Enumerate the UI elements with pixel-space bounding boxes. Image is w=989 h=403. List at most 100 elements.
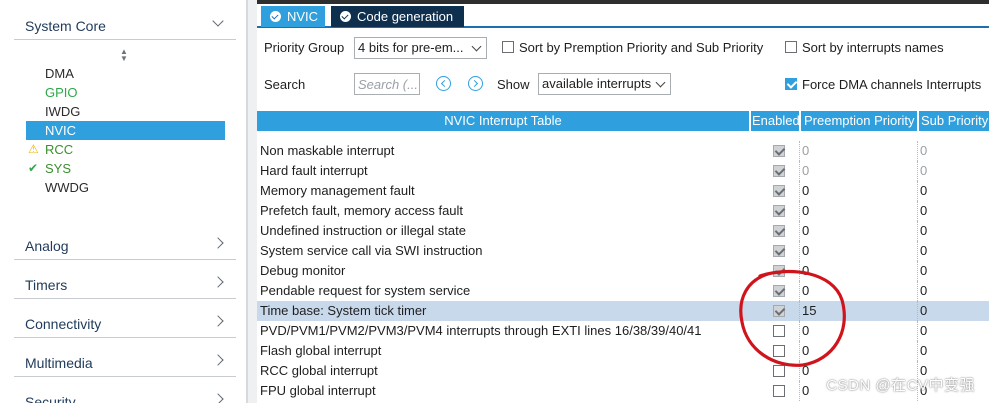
table-row[interactable]: Pendable request for system service 0 0 bbox=[257, 281, 989, 301]
interrupt-name: Pendable request for system service bbox=[260, 283, 471, 298]
enabled-cell bbox=[762, 341, 799, 361]
category-system-core[interactable]: System Core bbox=[14, 8, 236, 40]
category-timers[interactable]: Timers bbox=[14, 267, 236, 299]
chevron-right-icon bbox=[212, 276, 224, 288]
table-row[interactable]: System service call via SWI instruction 0… bbox=[257, 241, 989, 261]
splitter-bar bbox=[248, 0, 257, 403]
preemption-priority-cell[interactable]: 0 bbox=[799, 241, 917, 261]
enabled-cell bbox=[762, 261, 799, 281]
column-header-enabled[interactable]: Enabled bbox=[751, 111, 799, 131]
category-label: Connectivity bbox=[25, 316, 102, 332]
preemption-priority-cell[interactable]: 0 bbox=[799, 261, 917, 281]
table-row[interactable]: PVD/PVM1/PVM2/PVM3/PVM4 interrupts throu… bbox=[257, 321, 989, 341]
enabled-checkbox bbox=[773, 165, 785, 177]
sub-priority-cell[interactable]: 0 bbox=[917, 301, 989, 321]
sub-priority-cell[interactable]: 0 bbox=[917, 181, 989, 201]
preemption-priority-cell[interactable]: 0 bbox=[799, 141, 917, 161]
interrupt-name: Debug monitor bbox=[260, 263, 346, 278]
table-row[interactable]: Time base: System tick timer 15 0 bbox=[257, 301, 989, 321]
sub-priority-cell[interactable]: 0 bbox=[917, 221, 989, 241]
category-connectivity[interactable]: Connectivity bbox=[14, 306, 236, 338]
peripheral-item-nvic[interactable]: NVIC bbox=[26, 121, 225, 140]
preemption-priority-cell[interactable]: 0 bbox=[799, 281, 917, 301]
search-input[interactable] bbox=[354, 73, 420, 95]
preemption-priority-cell[interactable]: 0 bbox=[799, 161, 917, 181]
preemption-priority-cell[interactable]: 0 bbox=[799, 341, 917, 361]
table-row[interactable]: Debug monitor 0 0 bbox=[257, 261, 989, 281]
peripheral-item-gpio[interactable]: GPIO bbox=[26, 83, 225, 102]
sub-priority-cell[interactable]: 0 bbox=[917, 241, 989, 261]
preemption-priority-cell[interactable]: 0 bbox=[799, 201, 917, 221]
enabled-cell bbox=[762, 281, 799, 301]
enabled-checkbox[interactable] bbox=[773, 365, 785, 377]
sub-priority-cell[interactable]: 0 bbox=[917, 201, 989, 221]
enabled-cell bbox=[762, 241, 799, 261]
enabled-checkbox[interactable] bbox=[773, 325, 785, 337]
category-label: Timers bbox=[25, 277, 68, 293]
column-header-interrupt[interactable]: NVIC Interrupt Table bbox=[257, 111, 749, 131]
peripheral-item-rcc[interactable]: ⚠ RCC bbox=[26, 140, 225, 159]
tab-nvic[interactable]: NVIC bbox=[261, 6, 325, 27]
peripheral-item-dma[interactable]: DMA bbox=[26, 64, 225, 83]
column-header-sub-priority[interactable]: Sub Priority bbox=[919, 111, 989, 131]
category-label: Analog bbox=[25, 238, 69, 254]
enabled-checkbox[interactable] bbox=[773, 345, 785, 357]
table-row[interactable]: Flash global interrupt 0 0 bbox=[257, 341, 989, 361]
table-row[interactable]: Non maskable interrupt 0 0 bbox=[257, 141, 989, 161]
nvic-interrupt-table: NVIC Interrupt Table Enabled Preemption … bbox=[257, 111, 989, 403]
column-header-preemption[interactable]: Preemption Priority bbox=[801, 111, 917, 131]
interrupt-name: Hard fault interrupt bbox=[260, 163, 368, 178]
peripheral-label: GPIO bbox=[45, 85, 78, 100]
preemption-priority-cell[interactable]: 0 bbox=[799, 321, 917, 341]
category-analog[interactable]: Analog bbox=[14, 228, 236, 260]
enabled-checkbox[interactable] bbox=[773, 385, 785, 397]
sub-priority-cell[interactable]: 0 bbox=[917, 261, 989, 281]
enabled-checkbox bbox=[773, 185, 785, 197]
chevron-right-icon bbox=[212, 237, 224, 249]
enabled-checkbox bbox=[773, 265, 785, 277]
sort-icon[interactable]: ▲ ▼ bbox=[118, 48, 130, 64]
preemption-priority-cell[interactable]: 0 bbox=[799, 181, 917, 201]
check-circle-icon bbox=[270, 11, 281, 22]
category-multimedia[interactable]: Multimedia bbox=[14, 345, 236, 377]
config-tab-bar: NVIC Code generation bbox=[257, 4, 989, 28]
peripheral-item-wwdg[interactable]: WWDG bbox=[26, 178, 225, 197]
sub-priority-cell[interactable]: 0 bbox=[917, 141, 989, 161]
enabled-checkbox bbox=[773, 285, 785, 297]
sort-premption-checkbox[interactable] bbox=[502, 41, 514, 53]
interrupt-name: Prefetch fault, memory access fault bbox=[260, 203, 464, 218]
sort-names-checkbox[interactable] bbox=[785, 41, 797, 53]
interrupt-name: Flash global interrupt bbox=[260, 343, 382, 358]
sub-priority-cell[interactable]: 0 bbox=[917, 321, 989, 341]
category-security[interactable]: Security bbox=[14, 384, 236, 403]
table-row[interactable]: Undefined instruction or illegal state 0 0 bbox=[257, 221, 989, 241]
show-filter-select[interactable]: available interrupts bbox=[538, 73, 671, 95]
enabled-cell bbox=[762, 221, 799, 241]
interrupt-name: System service call via SWI instruction bbox=[260, 243, 483, 258]
tab-code-generation[interactable]: Code generation bbox=[331, 6, 464, 27]
interrupt-name: RCC global interrupt bbox=[260, 363, 378, 378]
enabled-cell bbox=[762, 381, 799, 401]
enabled-checkbox bbox=[773, 205, 785, 217]
peripheral-item-iwdg[interactable]: IWDG bbox=[26, 102, 225, 121]
priority-group-value: 4 bits for pre-em... bbox=[358, 40, 464, 55]
sub-priority-cell[interactable]: 0 bbox=[917, 161, 989, 181]
force-dma-checkbox[interactable] bbox=[785, 78, 797, 90]
chevron-right-icon bbox=[212, 354, 224, 366]
enabled-cell bbox=[762, 321, 799, 341]
peripheral-item-sys[interactable]: ✔ SYS bbox=[26, 159, 225, 178]
search-next-icon[interactable] bbox=[468, 76, 483, 91]
interrupt-name: Time base: System tick timer bbox=[260, 303, 427, 318]
search-previous-icon[interactable] bbox=[436, 76, 451, 91]
table-row[interactable]: Prefetch fault, memory access fault 0 0 bbox=[257, 201, 989, 221]
enabled-cell bbox=[762, 361, 799, 381]
sort-names-label: Sort by interrupts names bbox=[802, 40, 944, 55]
preemption-priority-cell[interactable]: 0 bbox=[799, 221, 917, 241]
sub-priority-cell[interactable]: 0 bbox=[917, 281, 989, 301]
sub-priority-cell[interactable]: 0 bbox=[917, 341, 989, 361]
preemption-priority-cell[interactable]: 15 bbox=[799, 301, 917, 321]
table-row[interactable]: Memory management fault 0 0 bbox=[257, 181, 989, 201]
priority-group-select[interactable]: 4 bits for pre-em... bbox=[354, 37, 487, 59]
enabled-cell bbox=[762, 201, 799, 221]
table-row[interactable]: Hard fault interrupt 0 0 bbox=[257, 161, 989, 181]
